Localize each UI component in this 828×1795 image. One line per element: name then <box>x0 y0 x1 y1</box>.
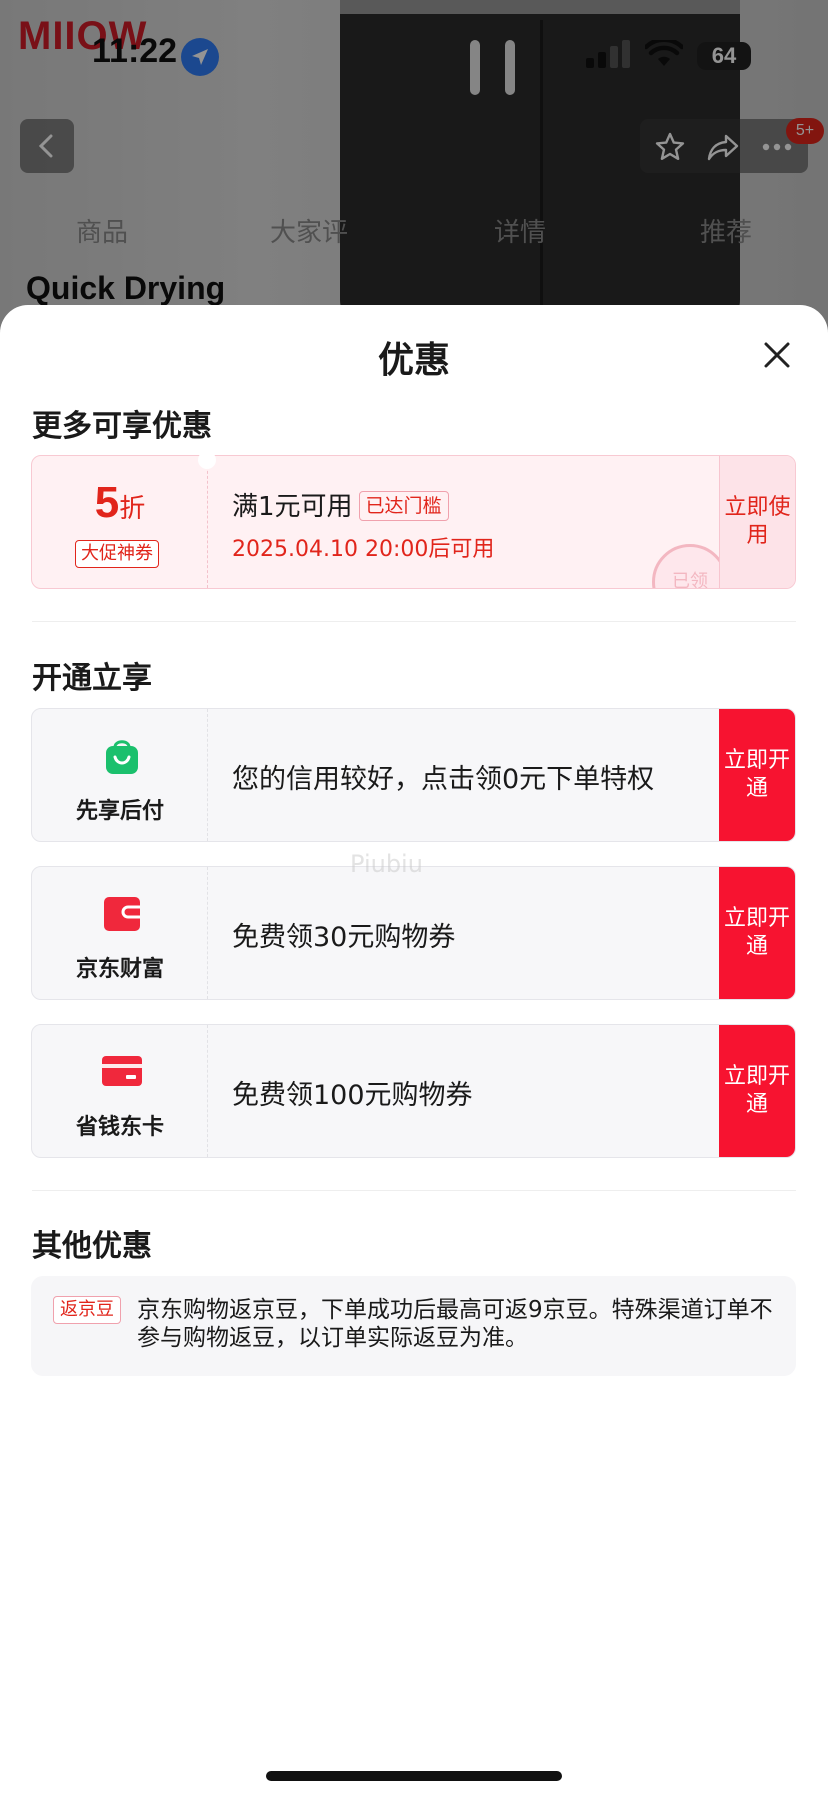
section-title-open: 开通立享 <box>32 661 152 696</box>
service-name: 省钱东卡 <box>75 1115 164 1140</box>
service-left: 京东财富 <box>32 867 208 999</box>
activate-button[interactable]: 立即开通 <box>719 709 795 841</box>
bean-rebate-tag: 返京豆 <box>53 1296 121 1324</box>
bean-rebate-info: 返京豆 京东购物返京豆，下单成功后最高可返9京豆。特殊渠道订单不参与购物返豆，以… <box>31 1276 796 1376</box>
service-left: 省钱东卡 <box>32 1025 208 1157</box>
activate-button[interactable]: 立即开通 <box>719 1025 795 1157</box>
service-description: 免费领30元购物券 <box>232 922 456 953</box>
service-card-savings-card[interactable]: 省钱东卡 免费领100元购物券 立即开通 <box>31 1024 796 1158</box>
service-name: 京东财富 <box>75 957 164 982</box>
discount-tag: 大促神券 <box>75 540 159 568</box>
coupon-card[interactable]: 5折 大促神券 满1元可用 已达门槛 2025.04.10 20:00后可用 已领… <box>31 455 796 589</box>
coupon-condition: 满1元可用 已达门槛 <box>232 486 449 523</box>
coupon-notch <box>198 451 216 469</box>
divider <box>32 1190 796 1191</box>
wallet-icon <box>104 897 140 931</box>
service-name: 先享后付 <box>75 799 164 824</box>
shopping-bag-icon <box>106 740 138 774</box>
discount-sheet: 优惠 更多可享优惠 5折 大促神券 满1元可用 已达门槛 2025.04.10 2… <box>0 305 828 1795</box>
discount-number: 5 <box>94 478 120 527</box>
discount-unit: 折 <box>119 494 146 524</box>
coupon-time: 2025.04.10 20:00后可用 <box>232 537 495 562</box>
section-title-more: 更多可享优惠 <box>32 409 212 444</box>
coupon-condition-text: 满1元可用 <box>232 492 353 522</box>
close-icon[interactable] <box>757 335 797 375</box>
card-icon <box>102 1056 142 1086</box>
claimed-stamp: 已领 <box>652 544 728 588</box>
home-indicator[interactable] <box>266 1771 562 1781</box>
discount-value: 5折 <box>32 478 208 528</box>
sheet-title: 优惠 <box>377 340 450 381</box>
activate-button[interactable]: 立即开通 <box>719 867 795 999</box>
section-title-other: 其他优惠 <box>32 1229 152 1264</box>
service-left: 先享后付 <box>32 709 208 841</box>
service-description: 免费领100元购物券 <box>232 1080 473 1111</box>
service-card-pay-later[interactable]: 先享后付 您的信用较好，点击领0元下单特权 立即开通 <box>31 708 796 842</box>
divider <box>32 621 796 622</box>
threshold-tag: 已达门槛 <box>358 491 449 521</box>
service-card-jd-wealth[interactable]: 京东财富 免费领30元购物券 立即开通 <box>31 866 796 1000</box>
coupon-left: 5折 大促神券 <box>32 456 208 588</box>
watermark: Piubiu <box>350 850 423 878</box>
bean-rebate-text: 京东购物返京豆，下单成功后最高可返9京豆。特殊渠道订单不参与购物返豆，以订单实际… <box>137 1297 773 1351</box>
use-now-button[interactable]: 立即使用 <box>719 456 795 588</box>
service-description: 您的信用较好，点击领0元下单特权 <box>232 764 655 795</box>
